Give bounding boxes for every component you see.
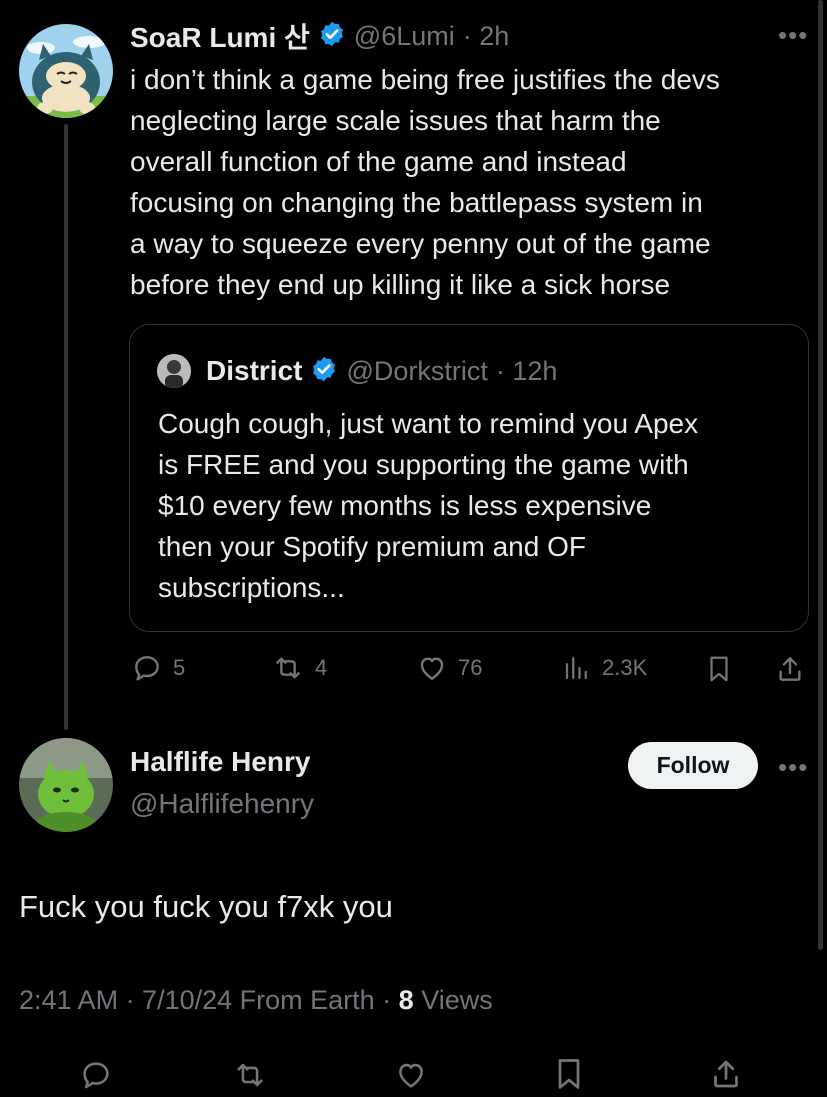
reply-views-count: 8 [398,985,414,1015]
analytics-icon [565,656,587,680]
quoted-line: then your Spotify premium and OF [158,531,586,562]
reply-timestamp[interactable]: 2:41 AM · 7/10/24 From Earth · [19,985,399,1015]
tweet-line: a way to squeeze every penny out of the … [130,228,711,259]
author-name[interactable]: SoaR Lumi 산 [130,16,310,56]
reply-icon [83,1062,109,1089]
reply-like-button[interactable] [392,1058,430,1097]
reply-views-label: Views [413,985,493,1015]
reply-icon [135,656,159,681]
reply-bookmark-button[interactable] [551,1056,587,1097]
quoted-line: subscriptions... [158,572,345,603]
reply-repost-button[interactable] [231,1058,269,1097]
repost-icon [276,657,300,679]
quoted-tweet-time: · 12h [495,355,558,386]
quoted-author-handle: @Dorkstrict [346,355,488,386]
reply-meta: 2:41 AM · 7/10/24 From Earth · 8 Views [19,985,493,1016]
reply-reply-button[interactable] [78,1058,114,1097]
henry-avatar[interactable] [19,738,113,832]
thread-line [64,124,68,730]
repost-button[interactable]: 4 [271,652,327,684]
views-button[interactable]: 2.3K [562,652,647,684]
like-count: 76 [458,655,483,680]
tweet-time[interactable]: · 2h [463,21,510,52]
follow-button[interactable]: Follow [628,742,758,789]
tweet-header: SoaR Lumi 산 @6Lumi · 2h [130,16,509,56]
quoted-author-avatar [157,354,191,388]
reply-author-handle[interactable]: @Halflifehenry [130,788,314,820]
repost-icon [237,1063,263,1087]
bookmark-icon [558,1059,580,1089]
tweet-line: neglecting large scale issues that harm … [130,105,661,136]
quoted-line: Cough cough, just want to remind you Ape… [158,408,699,439]
reply-count: 5 [173,655,186,680]
share-icon [779,657,801,681]
tweet-line: focusing on changing the battlepass syst… [130,187,703,218]
share-icon [714,1060,738,1088]
tweet-line: before they end up killing it like a sic… [130,269,671,300]
heart-icon [420,657,444,680]
view-count: 2.3K [602,655,648,680]
reply-button[interactable]: 5 [131,652,185,684]
share-button[interactable] [774,652,806,686]
tweet-line: i don’t think a game being free justifie… [130,64,720,95]
quoted-header: District @Dorkstrict · 12h [206,351,557,391]
heart-icon [399,1063,423,1088]
reply-text: Fuck you fuck you f7xk you [19,889,393,924]
quoted-line: is FREE and you supporting the game with [158,449,689,480]
bookmark-icon [710,656,728,682]
reply-more-options-icon[interactable]: ••• [778,752,808,783]
verified-badge-icon [318,20,346,53]
quoted-text: Cough cough, just want to remind you Ape… [158,403,798,608]
tweet-line: overall function of the game and instead [130,146,627,177]
quoted-tweet-card[interactable]: District @Dorkstrict · 12h Cough cough, … [129,324,809,632]
quoted-line: $10 every few months is less expensive [158,490,652,521]
quoted-author-name: District [206,355,303,386]
snorlax-avatar[interactable] [19,24,113,118]
tweet-text: i don’t think a game being free justifie… [130,59,820,305]
bookmark-button[interactable] [704,652,734,686]
repost-count: 4 [315,655,328,680]
reply-share-button[interactable] [708,1056,744,1097]
reply-author-name[interactable]: Halflife Henry [130,746,311,778]
author-handle[interactable]: @6Lumi [354,21,455,52]
verified-badge-icon [310,355,338,388]
more-options-icon[interactable]: ••• [778,20,808,51]
like-button[interactable]: 76 [416,652,482,684]
